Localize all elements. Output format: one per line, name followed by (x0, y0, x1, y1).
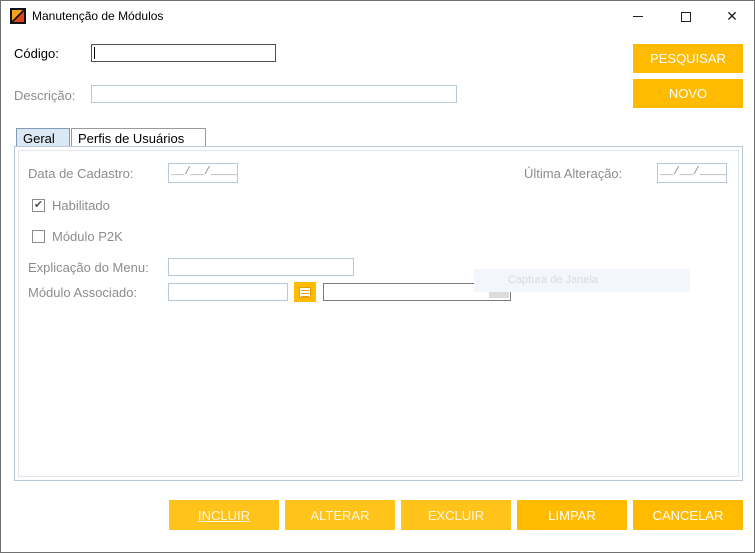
excluir-button[interactable]: EXCLUIR (401, 500, 511, 530)
cancelar-label: CANCELAR (652, 507, 724, 523)
incluir-button[interactable]: INCLUIR (169, 500, 279, 530)
modulo-p2k-label: Módulo P2K (52, 229, 123, 244)
tab-panel-border (18, 150, 739, 477)
modulo-associado-label: Módulo Associado: (28, 285, 138, 300)
calendar-icon (299, 286, 311, 298)
excluir-label: EXCLUIR (427, 507, 485, 523)
ultima-alteracao-field[interactable]: __/__/____ (657, 163, 727, 183)
ultima-alteracao-label: Última Alteração: (524, 166, 623, 181)
maximize-button[interactable] (663, 1, 709, 32)
codigo-input[interactable] (91, 44, 276, 62)
modulo-associado-input[interactable] (168, 283, 288, 301)
explicacao-menu-input[interactable] (168, 258, 354, 276)
alterar-label: ALTERAR (310, 507, 370, 523)
lookup-button[interactable] (294, 282, 316, 302)
descricao-input[interactable] (91, 85, 457, 103)
explicacao-menu-label: Explicação do Menu: (28, 260, 149, 275)
minimize-button[interactable] (615, 1, 661, 32)
tab-perfis-usuarios[interactable]: Perfis de Usuários (71, 128, 206, 147)
incluir-label: INCLUIR (197, 507, 250, 523)
tab-panel-geral (14, 146, 743, 481)
tab-perfis-usuarios-label: Perfis de Usuários (78, 130, 185, 146)
title-bar: Manutenção de Módulos ✕ (1, 1, 754, 32)
modulo-p2k-checkbox[interactable] (32, 230, 45, 243)
alterar-button[interactable]: ALTERAR (285, 500, 395, 530)
tab-geral[interactable]: Geral (16, 128, 70, 147)
descricao-label: Descrição: (14, 88, 76, 103)
text-caret (94, 47, 95, 59)
main-window: Manutenção de Módulos ✕ Código: Descriçã… (0, 0, 755, 553)
maximize-icon (681, 11, 691, 22)
novo-button[interactable]: NOVO (633, 79, 743, 108)
habilitado-checkbox[interactable]: ✔ (32, 199, 45, 212)
tab-geral-label: Geral (23, 130, 55, 146)
checkmark-icon: ✔ (33, 199, 44, 211)
cancelar-button[interactable]: CANCELAR (633, 500, 743, 530)
codigo-label: Código: (14, 46, 59, 61)
habilitado-label: Habilitado (52, 198, 110, 213)
limpar-button[interactable]: LIMPAR (517, 500, 627, 530)
limpar-label: LIMPAR (548, 507, 596, 523)
pesquisar-button[interactable]: PESQUISAR (633, 44, 743, 73)
data-cadastro-label: Data de Cadastro: (28, 166, 134, 181)
data-cadastro-field[interactable]: __/__/____ (168, 163, 238, 183)
close-button[interactable]: ✕ (709, 1, 755, 32)
window-title: Manutenção de Módulos (32, 9, 164, 23)
minimize-icon (633, 16, 643, 17)
app-logo-icon (10, 8, 26, 24)
window-capture-ghost: Captura de Janela (474, 269, 690, 292)
close-icon: ✕ (726, 8, 738, 24)
